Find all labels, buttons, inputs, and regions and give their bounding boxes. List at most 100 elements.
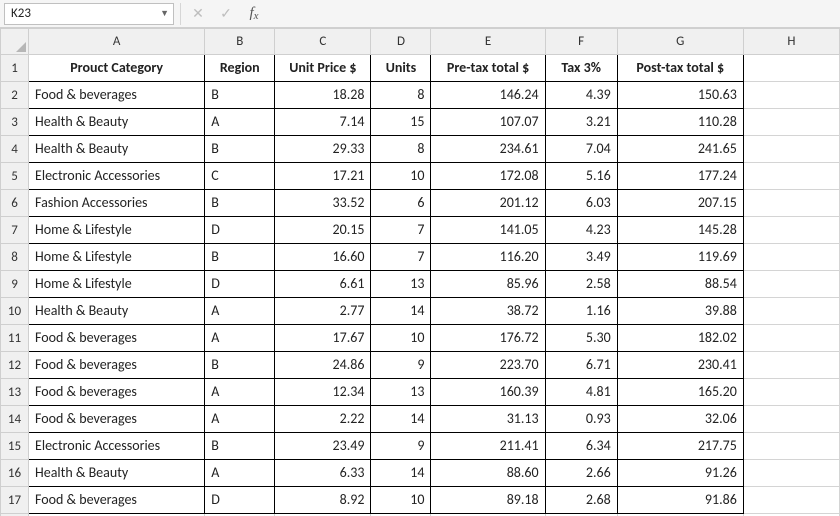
cell[interactable]: B [205, 190, 275, 217]
cell[interactable] [743, 433, 839, 460]
col-header-H[interactable]: H [743, 29, 839, 55]
cell[interactable]: 176.72 [431, 325, 545, 352]
cell[interactable]: 8.92 [275, 487, 371, 514]
cell[interactable]: 7.14 [275, 109, 371, 136]
header-cell[interactable]: Units [371, 55, 431, 82]
cell[interactable]: 182.02 [617, 325, 743, 352]
cell[interactable]: 116.20 [431, 244, 545, 271]
cell[interactable] [743, 244, 839, 271]
cell[interactable]: B [205, 82, 275, 109]
spreadsheet-grid[interactable]: A B C D E F G H 1Prouct CategoryRegionUn… [0, 28, 840, 516]
cell[interactable]: 10 [371, 487, 431, 514]
cell[interactable] [743, 379, 839, 406]
cell[interactable] [743, 487, 839, 514]
header-cell[interactable]: Tax 3% [545, 55, 617, 82]
cell[interactable]: D [205, 487, 275, 514]
cell[interactable]: 91.26 [617, 460, 743, 487]
col-header-E[interactable]: E [431, 29, 545, 55]
name-box[interactable]: K23 ▼ [4, 3, 174, 25]
col-header-C[interactable]: C [275, 29, 371, 55]
header-cell[interactable]: Prouct Category [29, 55, 205, 82]
col-header-A[interactable]: A [29, 29, 205, 55]
cell[interactable] [743, 325, 839, 352]
row-header[interactable]: 4 [1, 136, 29, 163]
cell[interactable]: 7 [371, 244, 431, 271]
cell[interactable]: 0.93 [545, 406, 617, 433]
cell[interactable]: 4.39 [545, 82, 617, 109]
cell[interactable]: A [205, 109, 275, 136]
cell[interactable]: Food & beverages [29, 487, 205, 514]
col-header-G[interactable]: G [617, 29, 743, 55]
cell[interactable]: 110.28 [617, 109, 743, 136]
cell[interactable]: A [205, 298, 275, 325]
cell[interactable]: Home & Lifestyle [29, 271, 205, 298]
fx-icon[interactable]: fx [243, 3, 265, 25]
cell[interactable]: 6.34 [545, 433, 617, 460]
cell[interactable]: 1.16 [545, 298, 617, 325]
cell[interactable]: 2.58 [545, 271, 617, 298]
cell[interactable]: 2.68 [545, 487, 617, 514]
cell[interactable]: 211.41 [431, 433, 545, 460]
row-header[interactable]: 6 [1, 190, 29, 217]
row-header[interactable]: 12 [1, 352, 29, 379]
header-cell[interactable]: Pre-tax total $ [431, 55, 545, 82]
cell[interactable]: 5.30 [545, 325, 617, 352]
cell[interactable]: 3.21 [545, 109, 617, 136]
cell[interactable]: 9 [371, 352, 431, 379]
cell[interactable]: 10 [371, 325, 431, 352]
cell[interactable]: 17.21 [275, 163, 371, 190]
cell[interactable]: 6 [371, 190, 431, 217]
cell[interactable]: 24.86 [275, 352, 371, 379]
cell[interactable] [743, 271, 839, 298]
cell[interactable] [743, 163, 839, 190]
row-header[interactable]: 5 [1, 163, 29, 190]
cell[interactable]: 14 [371, 460, 431, 487]
cell[interactable]: 29.33 [275, 136, 371, 163]
cell[interactable]: A [205, 379, 275, 406]
cell[interactable]: 13 [371, 271, 431, 298]
cell[interactable]: 38.72 [431, 298, 545, 325]
cell[interactable] [743, 406, 839, 433]
col-header-B[interactable]: B [205, 29, 275, 55]
cell[interactable]: 7 [371, 217, 431, 244]
cell[interactable]: 14 [371, 406, 431, 433]
cell[interactable]: 8 [371, 136, 431, 163]
cell[interactable]: B [205, 244, 275, 271]
cell[interactable]: 6.71 [545, 352, 617, 379]
enter-icon[interactable]: ✓ [215, 3, 237, 25]
cell[interactable]: Food & beverages [29, 325, 205, 352]
row-header[interactable]: 1 [1, 55, 29, 82]
cell[interactable]: 165.20 [617, 379, 743, 406]
cell[interactable] [743, 190, 839, 217]
formula-input[interactable] [271, 3, 836, 25]
cell[interactable]: Health & Beauty [29, 298, 205, 325]
cell[interactable]: 141.05 [431, 217, 545, 244]
cell[interactable]: 3.49 [545, 244, 617, 271]
cell[interactable]: Health & Beauty [29, 136, 205, 163]
cell[interactable]: 7.04 [545, 136, 617, 163]
cell[interactable]: 223.70 [431, 352, 545, 379]
select-all-corner[interactable] [1, 29, 29, 55]
cell[interactable]: A [205, 406, 275, 433]
cell[interactable]: Food & beverages [29, 82, 205, 109]
cell[interactable]: Electronic Accessories [29, 433, 205, 460]
cell[interactable] [743, 109, 839, 136]
cell[interactable] [743, 460, 839, 487]
cell[interactable]: 12.34 [275, 379, 371, 406]
cell[interactable]: 150.63 [617, 82, 743, 109]
cell[interactable]: 15 [371, 109, 431, 136]
cell[interactable]: 107.07 [431, 109, 545, 136]
cell[interactable]: 119.69 [617, 244, 743, 271]
row-header[interactable]: 2 [1, 82, 29, 109]
cell[interactable]: Health & Beauty [29, 460, 205, 487]
cell[interactable]: 4.23 [545, 217, 617, 244]
cell[interactable]: 33.52 [275, 190, 371, 217]
cell[interactable]: 17.67 [275, 325, 371, 352]
row-header[interactable]: 11 [1, 325, 29, 352]
cell[interactable] [743, 217, 839, 244]
row-header[interactable]: 8 [1, 244, 29, 271]
cell[interactable] [743, 298, 839, 325]
cell[interactable]: 5.16 [545, 163, 617, 190]
cell[interactable]: 14 [371, 298, 431, 325]
cell[interactable]: Fashion Accessories [29, 190, 205, 217]
